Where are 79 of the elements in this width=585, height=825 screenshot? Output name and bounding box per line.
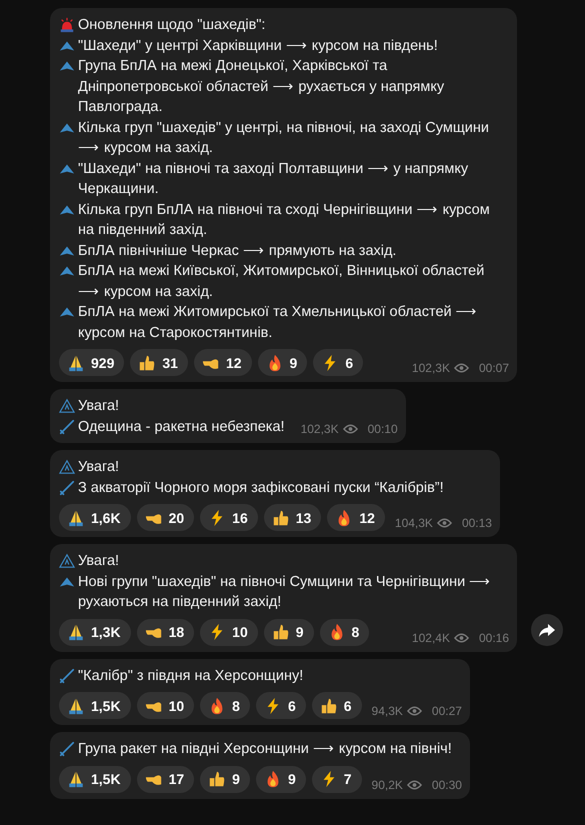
missile-icon xyxy=(59,418,75,434)
message-time: 00:10 xyxy=(368,422,398,436)
reaction-button[interactable]: 16 xyxy=(200,504,258,531)
view-count: 90,2K xyxy=(372,778,403,792)
reaction-button[interactable]: 8 xyxy=(320,618,370,646)
eye-icon xyxy=(454,363,469,373)
message-text: Увага! xyxy=(78,397,120,416)
reaction-button[interactable]: 929 xyxy=(59,349,124,376)
message-text: "Шахеди" на півночі та заході Полтавщини ⟶ у напрямку Черкащини. xyxy=(78,160,470,199)
thumbs-up-icon xyxy=(272,623,290,641)
reaction-button[interactable]: 18 xyxy=(136,618,194,646)
message-text: Група ракет на півдні Херсонщини ⟶ курсом на північ! xyxy=(78,740,452,759)
warning-icon xyxy=(59,459,75,475)
message-time: 00:13 xyxy=(462,516,492,530)
message-time: 00:16 xyxy=(478,630,509,644)
reaction-button[interactable]: 8 xyxy=(200,692,250,719)
reaction-button[interactable]: 31 xyxy=(130,349,188,376)
praying-hands-icon xyxy=(67,623,85,641)
reaction-button[interactable]: 17 xyxy=(136,766,194,792)
warning-icon xyxy=(59,553,75,569)
reaction-button[interactable]: 1,3K xyxy=(59,618,131,646)
view-count: 102,3K xyxy=(300,422,339,436)
message-time: 00:30 xyxy=(432,778,462,792)
missile-icon xyxy=(59,480,75,496)
reaction-button[interactable]: 9 xyxy=(258,349,308,376)
message-text: Оновлення щодо "шахедів": xyxy=(78,16,266,35)
eye-icon xyxy=(406,780,422,790)
reaction-button[interactable]: 12 xyxy=(327,504,385,531)
praying-hands-icon xyxy=(67,770,85,788)
view-count: 102,3K xyxy=(412,361,450,375)
message-text: Група БпЛА на межі Донецької, Харківської та Дніпропетровської областей ⟶ рухається у напрямку Павлограда. xyxy=(78,57,446,117)
message-time: 00:27 xyxy=(432,704,462,718)
message-text: Кілька груп БпЛА на півночі та сході Чернігівщини ⟶ курсом на південний захід. xyxy=(78,200,491,240)
thumbs-up-icon xyxy=(272,508,290,526)
siren-icon xyxy=(59,17,75,33)
message-text: Нові групи "шахедів" на півночі Сумщини та Чернігівщини ⟶ рухаються на південний захід! xyxy=(78,572,492,612)
message-text: Увага! xyxy=(78,552,120,571)
warning-icon xyxy=(59,398,75,414)
message-text: Кілька груп "шахедів" у центрі, на півночі, на заході Сумщини ⟶ курсом на захід. xyxy=(78,118,490,158)
reaction-button[interactable]: 9 xyxy=(264,618,314,646)
reaction-button[interactable]: 9 xyxy=(256,766,306,792)
reaction-button[interactable]: 6 xyxy=(256,692,306,719)
praying-hands-icon xyxy=(67,354,85,372)
view-count: 104,3K xyxy=(394,516,433,530)
reaction-button[interactable]: 7 xyxy=(312,766,362,792)
message-time: 00:07 xyxy=(478,361,509,375)
eye-icon xyxy=(342,424,358,434)
praying-hands-icon xyxy=(67,508,85,526)
reaction-button[interactable]: 10 xyxy=(200,618,258,646)
missile-icon xyxy=(59,741,75,757)
reaction-button[interactable]: 1,5K xyxy=(59,766,131,792)
missile-icon xyxy=(59,668,75,684)
message-text: Одещина - ракетна небезпека! xyxy=(78,418,285,436)
share-button[interactable] xyxy=(531,614,563,646)
reaction-button[interactable]: 1,5K xyxy=(59,692,131,719)
reaction-button[interactable]: 6 xyxy=(313,349,364,376)
message-text: Увага! xyxy=(78,458,120,477)
message-text: "Калібр" з півдня на Херсонщину! xyxy=(78,666,304,686)
reaction-button[interactable]: 1,6K xyxy=(59,504,131,531)
message-text: БпЛА на межі Житомирської та Хмельницької областей ⟶ курсом на Старокостянтинів. xyxy=(78,303,479,342)
thumbs-up-icon xyxy=(320,696,338,714)
message-text: БпЛА північніше Черкас ⟶ прямують на захід. xyxy=(78,242,396,260)
reaction-button[interactable]: 20 xyxy=(136,504,194,531)
reaction-button[interactable]: 13 xyxy=(264,504,322,531)
view-count: 102,4K xyxy=(412,630,450,644)
reaction-button[interactable]: 9 xyxy=(200,766,250,792)
message-text: З акваторії Чорного моря зафіксовані пуски “Калібрів”! xyxy=(78,478,444,498)
thumbs-up-icon xyxy=(208,770,226,788)
view-count: 94,3K xyxy=(372,704,403,718)
eye-icon xyxy=(436,518,452,528)
thumbs-up-icon xyxy=(138,354,156,372)
eye-icon xyxy=(454,632,469,642)
reaction-button[interactable]: 6 xyxy=(312,692,362,719)
reaction-button[interactable]: 10 xyxy=(136,692,194,719)
message-text: БпЛА на межі Київської, Житомирської, Вінницької областей ⟶ курсом на захід. xyxy=(78,262,486,302)
reaction-button[interactable]: 12 xyxy=(194,349,252,376)
message-text: "Шахеди" у центрі Харківщини ⟶ курсом на південь! xyxy=(78,36,438,56)
praying-hands-icon xyxy=(67,696,85,714)
eye-icon xyxy=(406,706,422,716)
